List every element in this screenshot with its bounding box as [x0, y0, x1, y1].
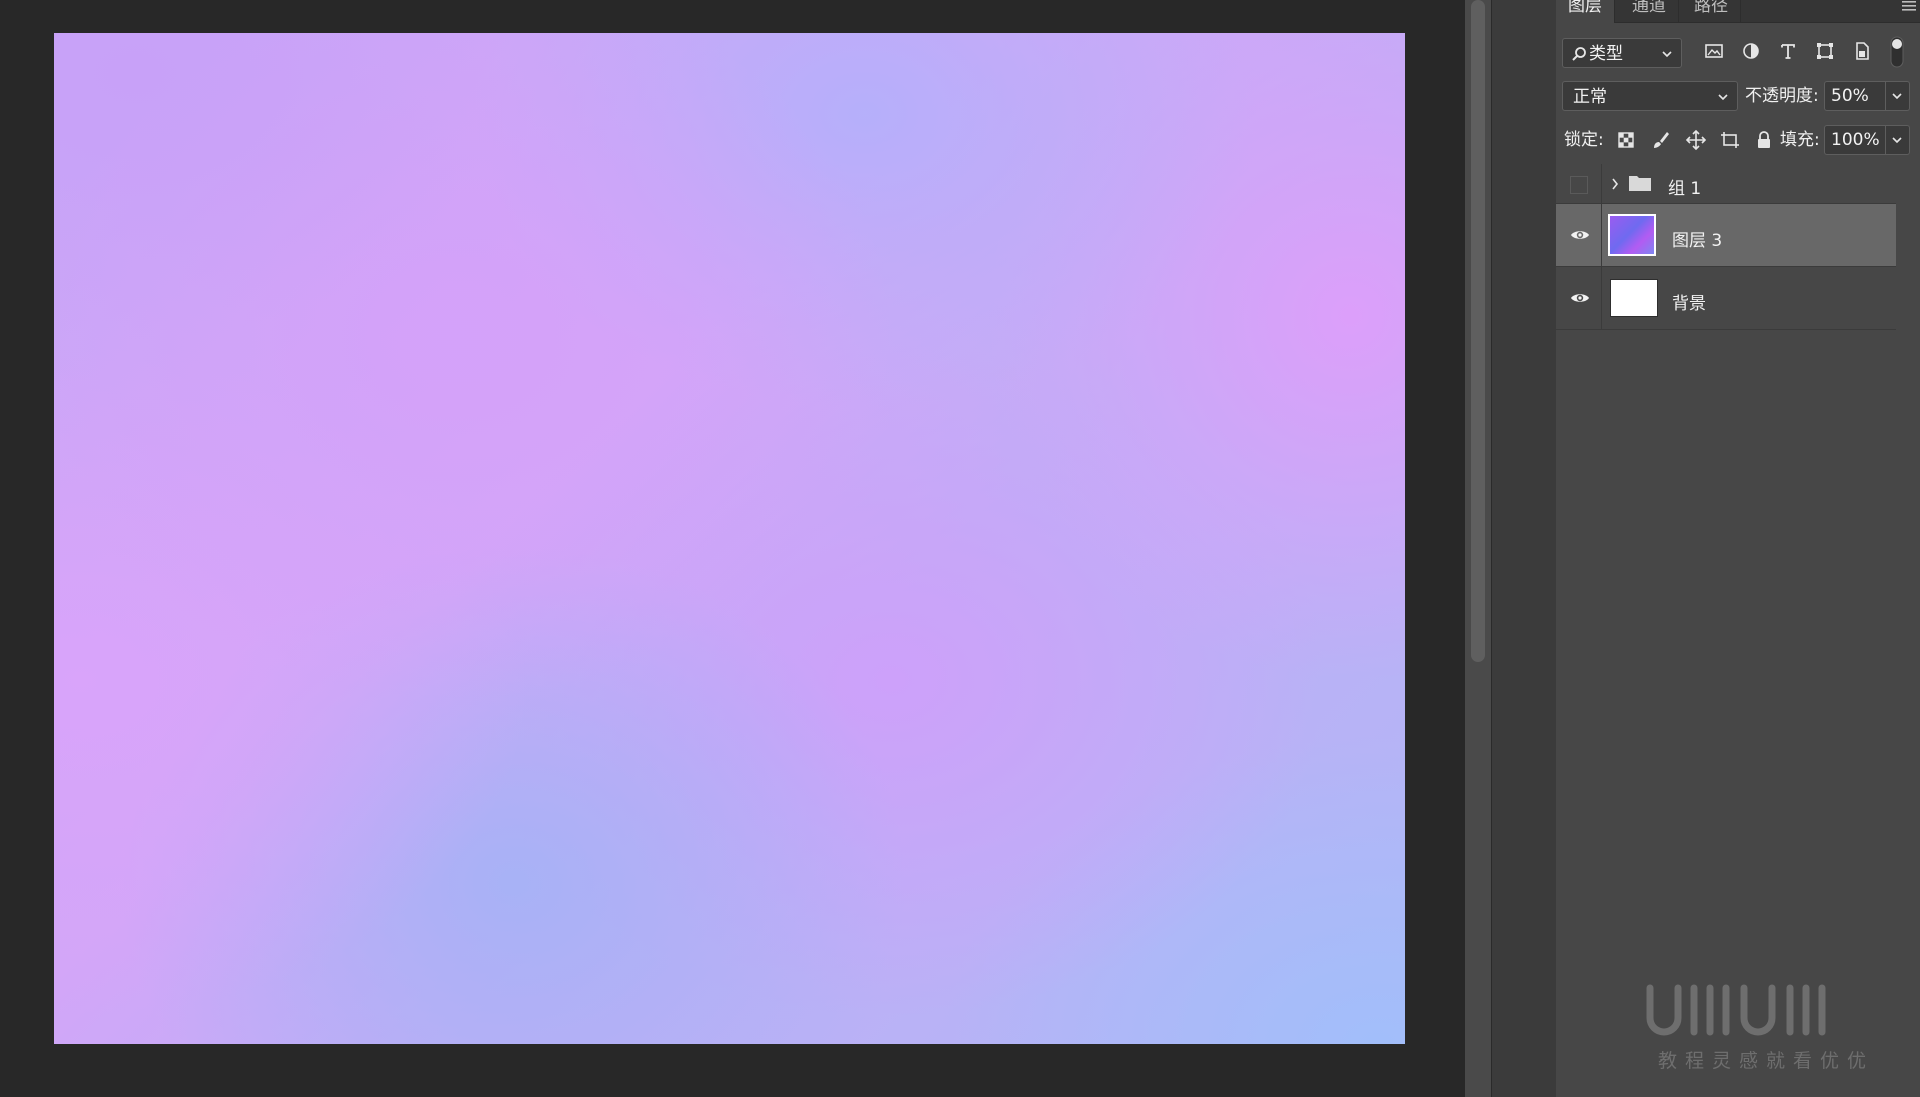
fill-input[interactable]: 100% [1824, 125, 1886, 155]
chevron-down-icon [1718, 94, 1728, 101]
filter-kind-select[interactable]: 类型 [1562, 38, 1682, 68]
watermark-logo-mark [1646, 984, 1826, 1036]
canvas-scrollbar-thumb[interactable] [1471, 0, 1485, 662]
layer-row-group[interactable]: 组 1 [1556, 164, 1896, 204]
fill-label: 填充: [1780, 130, 1820, 150]
folder-icon [1629, 176, 1651, 191]
opacity-input[interactable]: 50% [1824, 81, 1886, 111]
shape-filter-icon[interactable] [1813, 39, 1837, 63]
type-filter-icon[interactable] [1776, 39, 1800, 63]
layer-filter-row: 类型 [1556, 33, 1920, 73]
opacity-dropdown[interactable] [1886, 81, 1910, 111]
layer-thumbnail [1610, 279, 1658, 317]
layer-name: 背景 [1672, 294, 1706, 314]
tab-layers[interactable]: 图层 [1556, 0, 1615, 23]
chevron-down-icon [1892, 93, 1902, 100]
lock-position-icon[interactable] [1684, 128, 1708, 152]
canvas-workspace[interactable] [0, 0, 1465, 1097]
chevron-down-icon [1892, 137, 1902, 144]
lock-image-pixels-icon[interactable] [1649, 128, 1673, 152]
blend-mode-value: 正常 [1573, 87, 1607, 107]
lock-all-icon[interactable] [1752, 128, 1776, 152]
tab-channels[interactable]: 通道 [1620, 0, 1679, 22]
lock-label: 锁定: [1564, 130, 1604, 150]
chevron-right-icon[interactable] [1610, 176, 1620, 192]
blend-mode-select[interactable]: 正常 [1562, 81, 1738, 111]
panel-menu-icon[interactable] [1900, 0, 1918, 14]
photoshop-window: 图层 通道 路径 类型 正常 不透明度: 50% 锁定: 填充: 100% 组 … [0, 0, 1920, 1097]
visibility-cell[interactable] [1556, 204, 1602, 266]
lock-artboard-icon[interactable] [1718, 128, 1742, 152]
lock-transparent-pixels-icon[interactable] [1614, 128, 1638, 152]
panel-dock-strip [1491, 0, 1557, 1097]
search-icon [1572, 47, 1586, 61]
smart-object-filter-icon[interactable] [1850, 39, 1874, 63]
layer-row-background[interactable]: 背景 [1556, 267, 1896, 330]
panel-tabs: 图层 通道 路径 [1556, 0, 1920, 23]
visibility-toggle-empty[interactable] [1570, 176, 1588, 194]
chevron-down-icon [1662, 51, 1672, 58]
filter-toggle-icon[interactable] [1888, 35, 1906, 69]
visibility-cell[interactable] [1556, 164, 1602, 203]
layer-name: 组 1 [1668, 179, 1702, 199]
layer-name: 图层 3 [1672, 231, 1723, 251]
layers-panel: 图层 通道 路径 类型 正常 不透明度: 50% 锁定: 填充: 100% 组 … [1556, 0, 1920, 1097]
document-canvas[interactable] [54, 33, 1405, 1044]
fill-dropdown[interactable] [1886, 125, 1910, 155]
tab-paths[interactable]: 路径 [1682, 0, 1741, 22]
watermark-logo: 教程灵感就看优优 [1644, 984, 1888, 1072]
visibility-cell[interactable] [1556, 267, 1602, 329]
eye-icon[interactable] [1570, 228, 1590, 242]
image-filter-icon[interactable] [1702, 39, 1726, 63]
watermark-caption: 教程灵感就看优优 [1657, 1050, 1874, 1072]
layer-thumbnail [1608, 214, 1656, 256]
filter-kind-value: 类型 [1589, 44, 1623, 64]
eye-icon[interactable] [1570, 291, 1590, 305]
opacity-label: 不透明度: [1745, 86, 1819, 106]
adjustment-filter-icon[interactable] [1739, 39, 1763, 63]
layer-row-selected[interactable]: 图层 3 [1556, 204, 1896, 267]
